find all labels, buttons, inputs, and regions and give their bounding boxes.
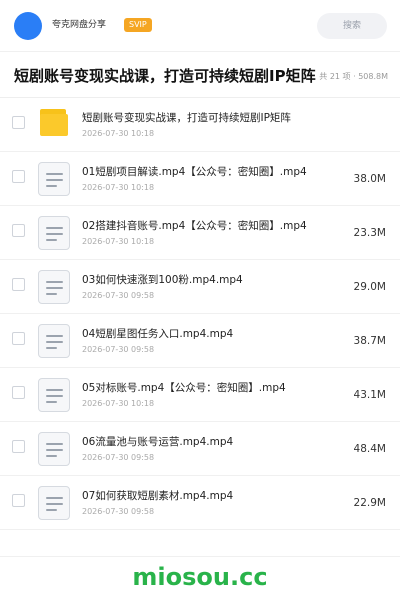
item-size: 23.3M [353, 227, 386, 239]
row-checkbox[interactable] [12, 440, 25, 453]
file-row[interactable]: 03如何快速涨到100粉.mp4.mp4 2026-07-30 09:58 29.0… [0, 260, 400, 314]
item-date: 2026-07-30 10:18 [82, 129, 155, 138]
item-name[interactable]: 01短剧项目解读.mp4【公众号：密知圈】.mp4 [82, 164, 322, 180]
footer-divider [0, 556, 400, 557]
item-date: 2026-07-30 10:18 [82, 183, 155, 192]
file-icon [38, 270, 70, 304]
row-checkbox[interactable] [12, 386, 25, 399]
row-checkbox[interactable] [12, 278, 25, 291]
file-row[interactable]: 02搭建抖音账号.mp4【公众号：密知圈】.mp4 2026-07-30 10:1… [0, 206, 400, 260]
avatar[interactable] [14, 12, 42, 40]
row-checkbox[interactable] [12, 170, 25, 183]
item-date: 2026-07-30 10:18 [82, 399, 155, 408]
item-date: 2026-07-30 09:58 [82, 345, 155, 354]
file-icon [38, 378, 70, 412]
item-name[interactable]: 05对标账号.mp4【公众号：密知圈】.mp4 [82, 380, 322, 396]
item-date: 2026-07-30 09:58 [82, 453, 155, 462]
item-name[interactable]: 03如何快速涨到100粉.mp4.mp4 [82, 272, 322, 288]
watermark: miosou.cc [132, 563, 268, 591]
file-row[interactable]: 07如何获取短剧素材.mp4.mp4 2026-07-30 09:58 22.9M [0, 476, 400, 530]
item-name[interactable]: 07如何获取短剧素材.mp4.mp4 [82, 488, 322, 504]
row-checkbox[interactable] [12, 332, 25, 345]
item-size: 43.1M [353, 389, 386, 401]
file-icon [38, 216, 70, 250]
file-list: 短剧账号变现实战课，打造可持续短剧IP矩阵 2026-07-30 10:18 01短… [0, 98, 400, 530]
file-row[interactable]: 06流量池与账号运营.mp4.mp4 2026-07-30 09:58 48.4M [0, 422, 400, 476]
file-row[interactable]: 01短剧项目解读.mp4【公众号：密知圈】.mp4 2026-07-30 10:1… [0, 152, 400, 206]
item-date: 2026-07-30 09:58 [82, 291, 155, 300]
item-size: 38.0M [353, 173, 386, 185]
search-button[interactable]: 搜索 [317, 13, 387, 39]
item-name[interactable]: 短剧账号变现实战课，打造可持续短剧IP矩阵 [82, 110, 322, 126]
file-icon [38, 432, 70, 466]
svip-badge: SVIP [124, 18, 152, 32]
file-icon [38, 486, 70, 520]
file-row[interactable]: 05对标账号.mp4【公众号：密知圈】.mp4 2026-07-30 10:18 4… [0, 368, 400, 422]
file-icon [38, 162, 70, 196]
row-checkbox[interactable] [12, 116, 25, 129]
item-date: 2026-07-30 10:18 [82, 237, 155, 246]
folder-row[interactable]: 短剧账号变现实战课，打造可持续短剧IP矩阵 2026-07-30 10:18 [0, 98, 400, 152]
site-name: 夸克网盘分享 [52, 20, 107, 30]
file-icon [38, 324, 70, 358]
page-title: 短剧账号变现实战课，打造可持续短剧IP矩阵 [14, 67, 316, 85]
header: 夸克网盘分享 SVIP 搜索 [0, 0, 400, 52]
item-name[interactable]: 06流量池与账号运营.mp4.mp4 [82, 434, 322, 450]
item-size: 38.7M [353, 335, 386, 347]
item-name[interactable]: 04短剧星图任务入口.mp4.mp4 [82, 326, 322, 342]
folder-header: 短剧账号变现实战课，打造可持续短剧IP矩阵 共 21 项 · 508.8M [0, 52, 400, 98]
item-size: 48.4M [353, 443, 386, 455]
row-checkbox[interactable] [12, 224, 25, 237]
folder-icon [38, 108, 70, 140]
item-size: 29.0M [353, 281, 386, 293]
item-date: 2026-07-30 09:58 [82, 507, 155, 516]
file-row[interactable]: 04短剧星图任务入口.mp4.mp4 2026-07-30 09:58 38.7M [0, 314, 400, 368]
row-checkbox[interactable] [12, 494, 25, 507]
folder-meta: 共 21 项 · 508.8M [319, 72, 388, 81]
item-size: 22.9M [353, 497, 386, 509]
item-name[interactable]: 02搭建抖音账号.mp4【公众号：密知圈】.mp4 [82, 218, 322, 234]
